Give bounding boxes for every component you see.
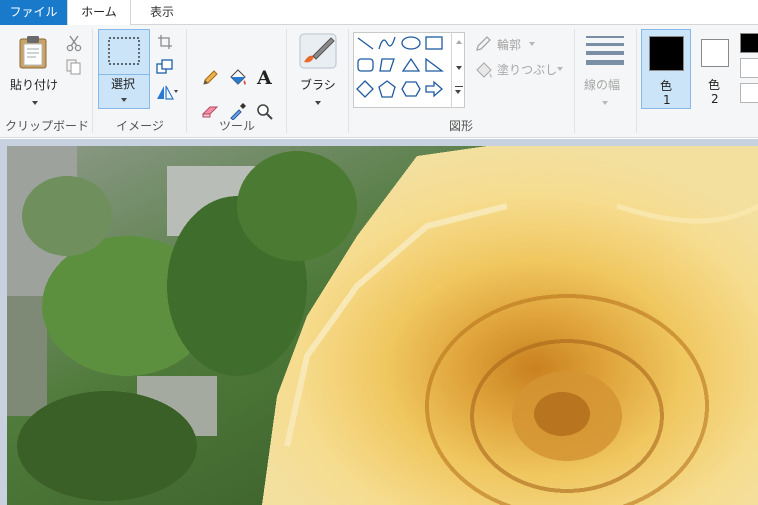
tools-group-label: ツール <box>218 119 255 133</box>
text-icon[interactable]: A <box>255 67 273 87</box>
group-separator <box>574 29 575 133</box>
size-button[interactable]: 線の幅 <box>578 29 632 111</box>
clipboard-group-label: クリップボード <box>4 119 89 133</box>
color2-label: 色 <box>708 78 721 92</box>
color2-button[interactable]: 色 2 <box>694 29 736 109</box>
copy-icon[interactable] <box>65 58 83 76</box>
drawing-canvas[interactable] <box>7 146 758 505</box>
color2-swatch <box>701 39 729 67</box>
paste-dropdown-caret[interactable] <box>32 101 38 105</box>
tab-home[interactable]: ホーム <box>67 0 131 26</box>
gallery-expand[interactable] <box>455 86 463 96</box>
canvas-image-rose <box>7 146 758 505</box>
palette-swatch-empty[interactable] <box>740 83 758 103</box>
shapes-group-label: 図形 <box>448 119 473 133</box>
color1-button[interactable]: 色 1 <box>641 29 691 109</box>
palette-swatch-white[interactable] <box>740 58 758 78</box>
fill-bucket-icon[interactable] <box>228 68 248 86</box>
select-label: 選択 <box>111 77 136 91</box>
brush-icon <box>299 33 337 69</box>
line-width-icon <box>586 36 624 65</box>
pencil-icon[interactable] <box>201 69 219 87</box>
shapes-gallery-scroll[interactable] <box>451 32 466 108</box>
paste-icon <box>19 36 47 69</box>
outline-label[interactable]: 輪郭 <box>497 36 521 53</box>
group-separator <box>186 29 187 133</box>
fill-label[interactable]: 塗りつぶし <box>497 61 557 78</box>
size-label: 線の幅 <box>584 78 621 92</box>
paste-label: 貼り付け <box>10 78 59 92</box>
group-separator <box>348 29 349 133</box>
palette-swatch-black[interactable] <box>740 33 758 53</box>
outline-icon[interactable] <box>475 36 493 52</box>
tab-view[interactable]: 表示 <box>131 0 193 25</box>
shapes-gallery-grid <box>356 36 444 98</box>
image-group-label: イメージ <box>116 119 164 133</box>
tab-file[interactable]: ファイル <box>0 0 67 25</box>
gallery-scroll-down[interactable] <box>456 66 462 70</box>
select-dropdown-caret[interactable] <box>121 98 127 102</box>
cut-icon[interactable] <box>65 34 83 52</box>
color2-number: 2 <box>711 92 719 106</box>
crop-icon[interactable] <box>157 34 173 50</box>
outline-dropdown-caret[interactable] <box>529 42 535 46</box>
eraser-icon[interactable] <box>201 104 219 118</box>
shapes-gallery[interactable] <box>353 32 465 108</box>
group-separator <box>92 29 93 133</box>
size-dropdown-caret[interactable] <box>602 101 608 105</box>
select-rect-icon <box>108 37 140 65</box>
resize-icon[interactable] <box>156 59 174 75</box>
brushes-label: ブラシ <box>300 78 336 92</box>
color1-swatch <box>649 36 684 71</box>
drawing-workspace <box>0 139 758 505</box>
paste-button[interactable]: 貼り付け <box>4 29 60 111</box>
color1-number: 1 <box>663 93 671 107</box>
fill-dropdown-caret[interactable] <box>557 67 563 71</box>
group-separator <box>636 29 637 133</box>
select-button[interactable]: 選択 <box>98 29 150 109</box>
svg-text:A: A <box>256 67 272 87</box>
rotate-icon[interactable] <box>155 84 179 102</box>
ribbon-home: 貼り付け クリップボード 選択 イメージ A ツール ブラシ 輪郭 塗りつぶし … <box>0 25 758 138</box>
color1-label: 色 <box>660 79 673 93</box>
brushes-button[interactable]: ブラシ <box>290 29 346 111</box>
group-separator <box>286 29 287 133</box>
fill-icon[interactable] <box>474 61 494 79</box>
ribbon-tab-bar: ファイル ホーム 表示 <box>0 0 758 26</box>
brushes-dropdown-caret[interactable] <box>315 101 321 105</box>
gallery-scroll-up[interactable] <box>456 40 462 44</box>
